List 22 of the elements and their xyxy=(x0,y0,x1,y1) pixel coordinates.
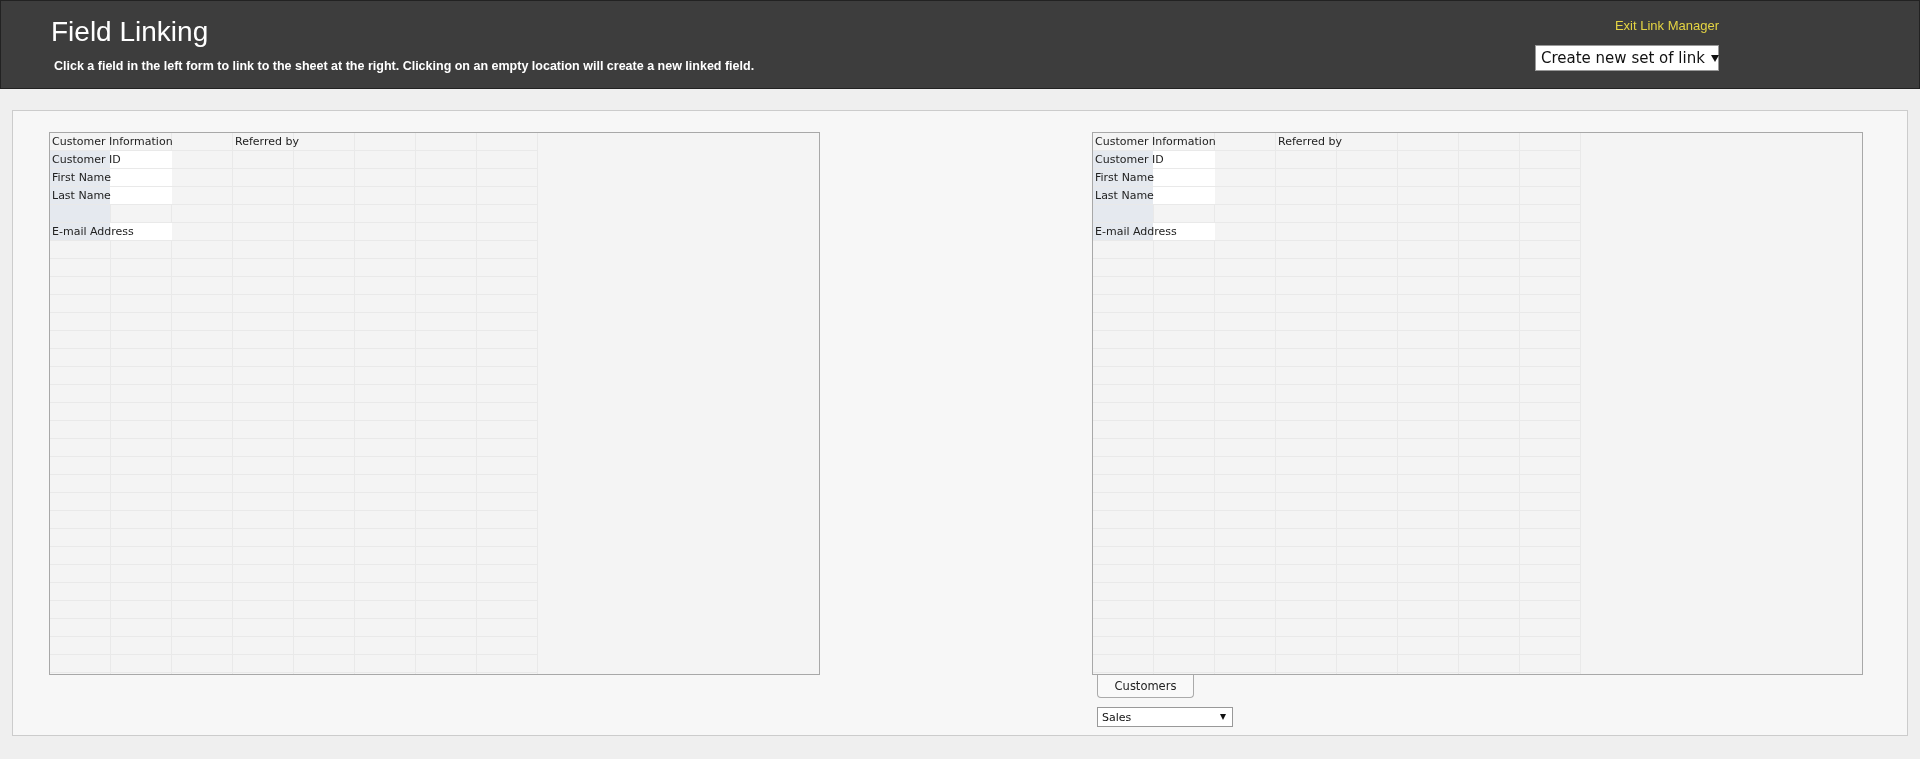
field-cell[interactable]: First Name xyxy=(1093,169,1215,186)
field-cell[interactable]: E-mail Address xyxy=(50,223,172,240)
field-cell[interactable]: Last Name xyxy=(1093,187,1215,204)
field-cell[interactable]: E-mail Address xyxy=(1093,223,1215,240)
field-cell[interactable]: Last Name xyxy=(50,187,172,204)
sheet-tab[interactable]: Customers xyxy=(1097,675,1194,698)
caret-icon xyxy=(1220,714,1226,720)
instructions: Click a field in the left form to link to the sheet at the right. Clicking on an empty location will create a new linked field. xyxy=(54,59,755,73)
form-dropdown[interactable]: Sales xyxy=(1097,707,1233,727)
link-set-dropdown[interactable]: Create new set of link xyxy=(1535,45,1719,71)
empty-label-cell xyxy=(50,205,110,222)
empty-label-cell xyxy=(1093,205,1153,222)
sheet-text: Referred by xyxy=(1277,134,1342,150)
field-cell[interactable]: First Name xyxy=(50,169,172,186)
sheet-text: Customer Information xyxy=(1094,134,1217,150)
field-cell[interactable]: Customer ID xyxy=(50,151,172,168)
caret-icon xyxy=(1710,54,1719,62)
field-cell[interactable]: Customer ID xyxy=(1093,151,1215,168)
sheet-text: Customer Information xyxy=(51,134,174,150)
exit-link[interactable]: Exit Link Manager xyxy=(1614,18,1719,33)
page-title: Field Linking xyxy=(51,15,210,49)
sheet-text: Referred by xyxy=(234,134,299,150)
